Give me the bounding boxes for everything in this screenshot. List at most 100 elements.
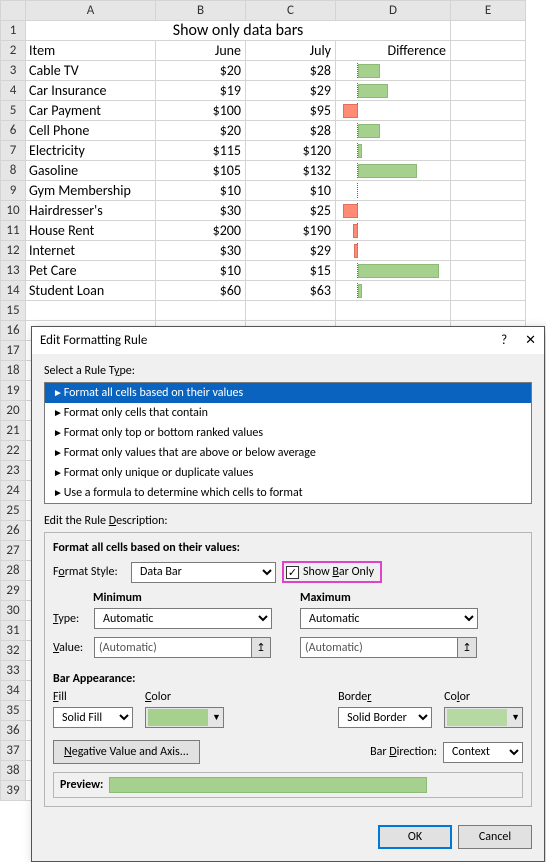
cell-july[interactable]: $190 <box>246 221 336 241</box>
cell-item[interactable]: Student Loan <box>26 281 156 301</box>
rule-type-item[interactable]: ► Use a formula to determine which cells… <box>45 483 531 503</box>
row-header[interactable]: 7 <box>1 141 26 161</box>
row-header[interactable]: 14 <box>1 281 26 301</box>
row-header[interactable]: 29 <box>1 581 26 601</box>
cancel-button[interactable]: Cancel <box>458 825 532 849</box>
sheet-title[interactable]: Show only data bars <box>26 21 451 41</box>
rule-type-item[interactable]: ► Format only cells that contain <box>45 403 531 423</box>
cell-june[interactable]: $19 <box>156 81 246 101</box>
col-header-e[interactable]: E <box>451 1 526 21</box>
row-header[interactable]: 26 <box>1 521 26 541</box>
rule-type-item[interactable]: ► Format only values that are above or b… <box>45 443 531 463</box>
cell-databar[interactable] <box>336 81 451 101</box>
cell-june[interactable]: $115 <box>156 141 246 161</box>
show-bar-only-checkbox[interactable]: ✓ Show Bar Only <box>282 561 382 583</box>
cell-databar[interactable] <box>336 261 451 281</box>
row-header[interactable]: 5 <box>1 101 26 121</box>
col-item-header[interactable]: Item <box>26 41 156 61</box>
cell-july[interactable]: $28 <box>246 61 336 81</box>
row-header[interactable]: 19 <box>1 381 26 401</box>
max-type-select[interactable]: Automatic <box>300 608 478 629</box>
row-header[interactable]: 25 <box>1 501 26 521</box>
help-button[interactable]: ? <box>501 333 507 348</box>
cell-item[interactable]: Cable TV <box>26 61 156 81</box>
row-header[interactable]: 1 <box>1 21 26 41</box>
rule-type-item[interactable]: ► Format only top or bottom ranked value… <box>45 423 531 443</box>
range-selector-icon[interactable]: ↥ <box>251 637 271 658</box>
max-value-input[interactable] <box>300 637 457 658</box>
cell-july[interactable]: $29 <box>246 81 336 101</box>
row-header[interactable]: 15 <box>1 301 26 321</box>
range-selector-icon[interactable]: ↥ <box>457 637 477 658</box>
row-header[interactable]: 12 <box>1 241 26 261</box>
bar-direction-select[interactable]: Context <box>443 742 523 763</box>
cell-june[interactable]: $20 <box>156 121 246 141</box>
col-header-d[interactable]: D <box>336 1 451 21</box>
cell-june[interactable]: $105 <box>156 161 246 181</box>
close-button[interactable]: ✕ <box>525 333 536 348</box>
row-header[interactable]: 37 <box>1 741 26 761</box>
row-header[interactable]: 6 <box>1 121 26 141</box>
min-value-input[interactable] <box>94 637 251 658</box>
cell-june[interactable]: $10 <box>156 261 246 281</box>
cell-item[interactable]: Cell Phone <box>26 121 156 141</box>
col-header-a[interactable]: A <box>26 1 156 21</box>
col-diff-header[interactable]: Difference <box>336 41 451 61</box>
col-june-header[interactable]: June <box>156 41 246 61</box>
row-header[interactable]: 38 <box>1 761 26 781</box>
cell-june[interactable]: $60 <box>156 281 246 301</box>
row-header[interactable]: 27 <box>1 541 26 561</box>
cell-july[interactable]: $25 <box>246 201 336 221</box>
row-header[interactable]: 20 <box>1 401 26 421</box>
cell-june[interactable]: $10 <box>156 181 246 201</box>
cell-item[interactable]: Car Payment <box>26 101 156 121</box>
cell-databar[interactable] <box>336 281 451 301</box>
rule-type-list[interactable]: ► Format all cells based on their values… <box>44 382 532 504</box>
cell-item[interactable]: Electricity <box>26 141 156 161</box>
row-header[interactable]: 23 <box>1 461 26 481</box>
cell-databar[interactable] <box>336 141 451 161</box>
cell-june[interactable]: $200 <box>156 221 246 241</box>
cell-databar[interactable] <box>336 121 451 141</box>
cell-item[interactable]: House Rent <box>26 221 156 241</box>
row-header[interactable]: 21 <box>1 421 26 441</box>
cell-item[interactable]: Internet <box>26 241 156 261</box>
row-header[interactable]: 36 <box>1 721 26 741</box>
cell-databar[interactable] <box>336 101 451 121</box>
row-header[interactable]: 17 <box>1 341 26 361</box>
row-header[interactable]: 33 <box>1 661 26 681</box>
corner-cell[interactable] <box>1 1 26 21</box>
row-header[interactable]: 28 <box>1 561 26 581</box>
row-header[interactable]: 2 <box>1 41 26 61</box>
format-style-select[interactable]: Data Bar <box>131 562 276 583</box>
cell-item[interactable]: Gym Membership <box>26 181 156 201</box>
cell-july[interactable]: $15 <box>246 261 336 281</box>
cell-july[interactable]: $28 <box>246 121 336 141</box>
cell-july[interactable]: $10 <box>246 181 336 201</box>
cell-july[interactable]: $63 <box>246 281 336 301</box>
cell-databar[interactable] <box>336 221 451 241</box>
ok-button[interactable]: OK <box>378 825 452 849</box>
cell-databar[interactable] <box>336 201 451 221</box>
cell-databar[interactable] <box>336 181 451 201</box>
min-type-select[interactable]: Automatic <box>94 608 272 629</box>
row-header[interactable]: 11 <box>1 221 26 241</box>
row-header[interactable]: 9 <box>1 181 26 201</box>
row-header[interactable]: 10 <box>1 201 26 221</box>
cell-july[interactable]: $132 <box>246 161 336 181</box>
cell-july[interactable]: $95 <box>246 101 336 121</box>
row-header[interactable]: 8 <box>1 161 26 181</box>
fill-color-select[interactable]: ▼ <box>145 707 224 728</box>
row-header[interactable]: 4 <box>1 81 26 101</box>
row-header[interactable]: 3 <box>1 61 26 81</box>
cell-databar[interactable] <box>336 61 451 81</box>
row-header[interactable]: 35 <box>1 701 26 721</box>
col-header-c[interactable]: C <box>246 1 336 21</box>
row-header[interactable]: 34 <box>1 681 26 701</box>
row-header[interactable]: 22 <box>1 441 26 461</box>
border-select[interactable]: Solid Border <box>338 707 432 728</box>
cell-july[interactable]: $120 <box>246 141 336 161</box>
rule-type-item[interactable]: ► Format only unique or duplicate values <box>45 463 531 483</box>
cell-item[interactable]: Pet Care <box>26 261 156 281</box>
cell-databar[interactable] <box>336 161 451 181</box>
